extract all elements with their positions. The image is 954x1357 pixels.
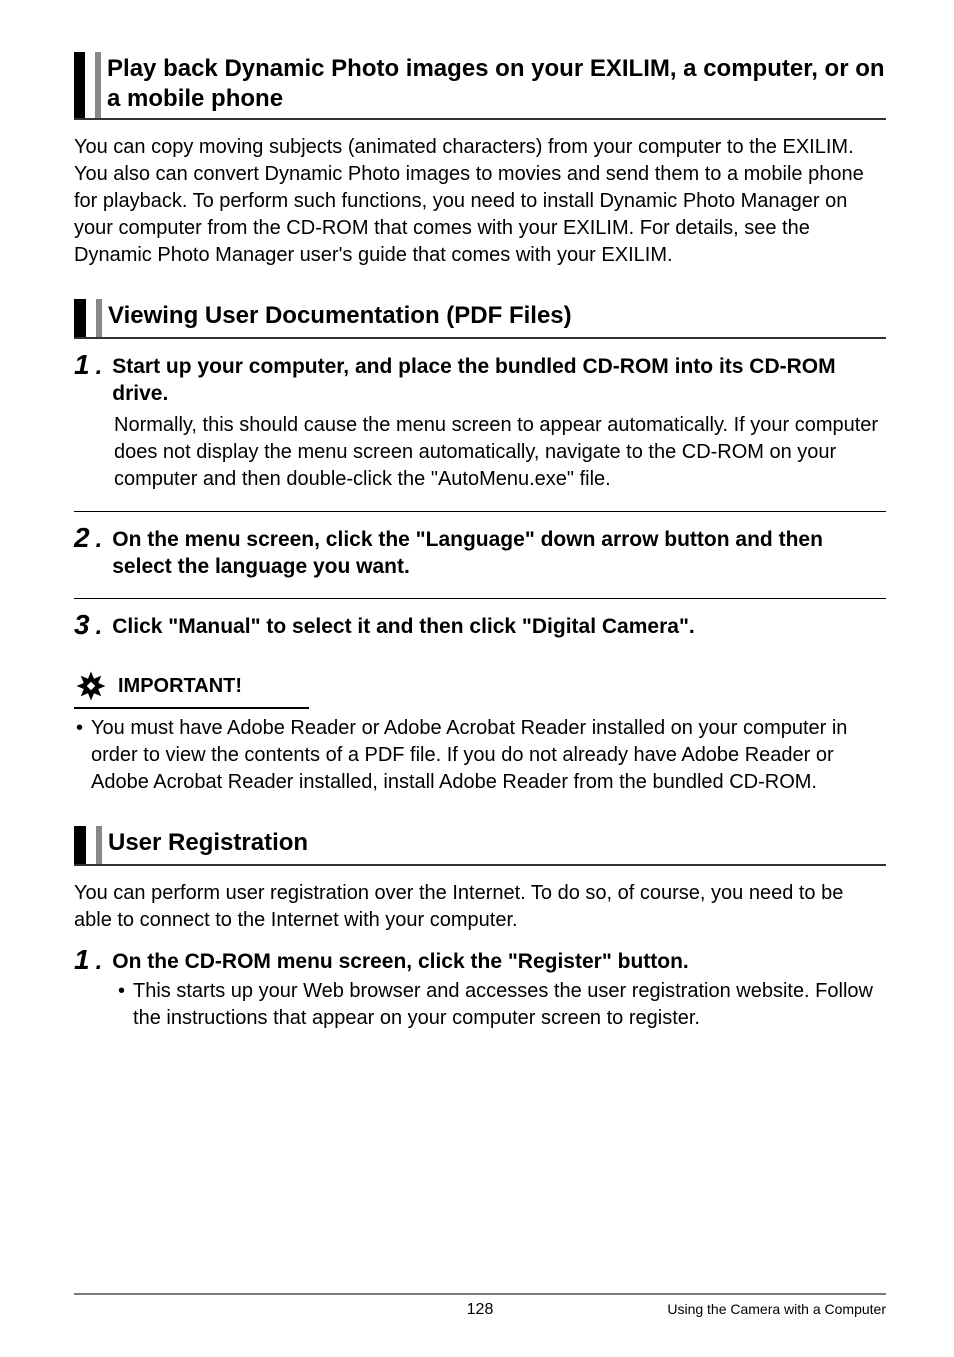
divider [74,598,886,599]
step-number: 1 [74,946,90,974]
step-3: 3. Click "Manual" to select it and then … [74,613,886,641]
step-dot: . [96,526,103,554]
step-register-1: 1. On the CD-ROM menu screen, click the … [74,948,886,1032]
page-footer: 128 Using the Camera with a Computer [74,1293,886,1319]
divider [74,511,886,512]
section-body: You can copy moving subjects (animated c… [74,134,886,269]
step-head: 3. Click "Manual" to select it and then … [74,613,886,641]
important-label: IMPORTANT! [118,675,242,698]
heading-bar-light [95,52,101,118]
step-sub-text: This starts up your Web browser and acce… [133,978,886,1032]
step-title: Click "Manual" to select it and then cli… [112,613,886,640]
step-dot: . [96,948,103,976]
page-number: 128 [467,1301,494,1319]
step-sub-bullet: • This starts up your Web browser and ac… [118,978,886,1032]
step-head: 2. On the menu screen, click the "Langua… [74,526,886,581]
step-number: 2 [74,524,90,552]
heading-bar-light [96,826,102,864]
important-row: IMPORTANT! [74,669,886,703]
step-2: 2. On the menu screen, click the "Langua… [74,526,886,581]
footer-line: 128 Using the Camera with a Computer [74,1301,886,1319]
section-heading-viewing-docs: Viewing User Documentation (PDF Files) [74,299,886,339]
section-body: You can perform user registration over t… [74,880,886,934]
section-heading-dynamic-photo: Play back Dynamic Photo images on your E… [74,52,886,120]
bullet-dot-icon: • [118,978,125,1005]
section-heading-user-registration: User Registration [74,826,886,866]
step-title: On the menu screen, click the "Language"… [112,526,886,581]
section-title: Play back Dynamic Photo images on your E… [107,52,886,118]
section-title: User Registration [108,826,308,864]
heading-bar-dark [74,299,86,337]
important-rule [74,707,309,709]
step-number: 3 [74,611,90,639]
step-number: 1 [74,351,90,379]
important-bullet: • You must have Adobe Reader or Adobe Ac… [74,715,886,796]
step-title: Start up your computer, and place the bu… [112,353,886,408]
section-title: Viewing User Documentation (PDF Files) [108,299,572,337]
bullet-dot-icon: • [76,715,83,742]
important-body: You must have Adobe Reader or Adobe Acro… [91,715,886,796]
footer-rule [74,1293,886,1295]
heading-bar-dark [74,52,85,118]
step-dot: . [96,353,103,381]
step-head: 1. On the CD-ROM menu screen, click the … [74,948,886,976]
step-body: Normally, this should cause the menu scr… [114,412,886,493]
step-head: 1. Start up your computer, and place the… [74,353,886,408]
heading-bar-dark [74,826,86,864]
heading-bar-light [96,299,102,337]
step-1: 1. Start up your computer, and place the… [74,353,886,493]
important-icon [74,669,108,703]
step-title: On the CD-ROM menu screen, click the "Re… [112,948,886,975]
footer-section-name: Using the Camera with a Computer [667,1301,886,1317]
step-dot: . [96,613,103,641]
